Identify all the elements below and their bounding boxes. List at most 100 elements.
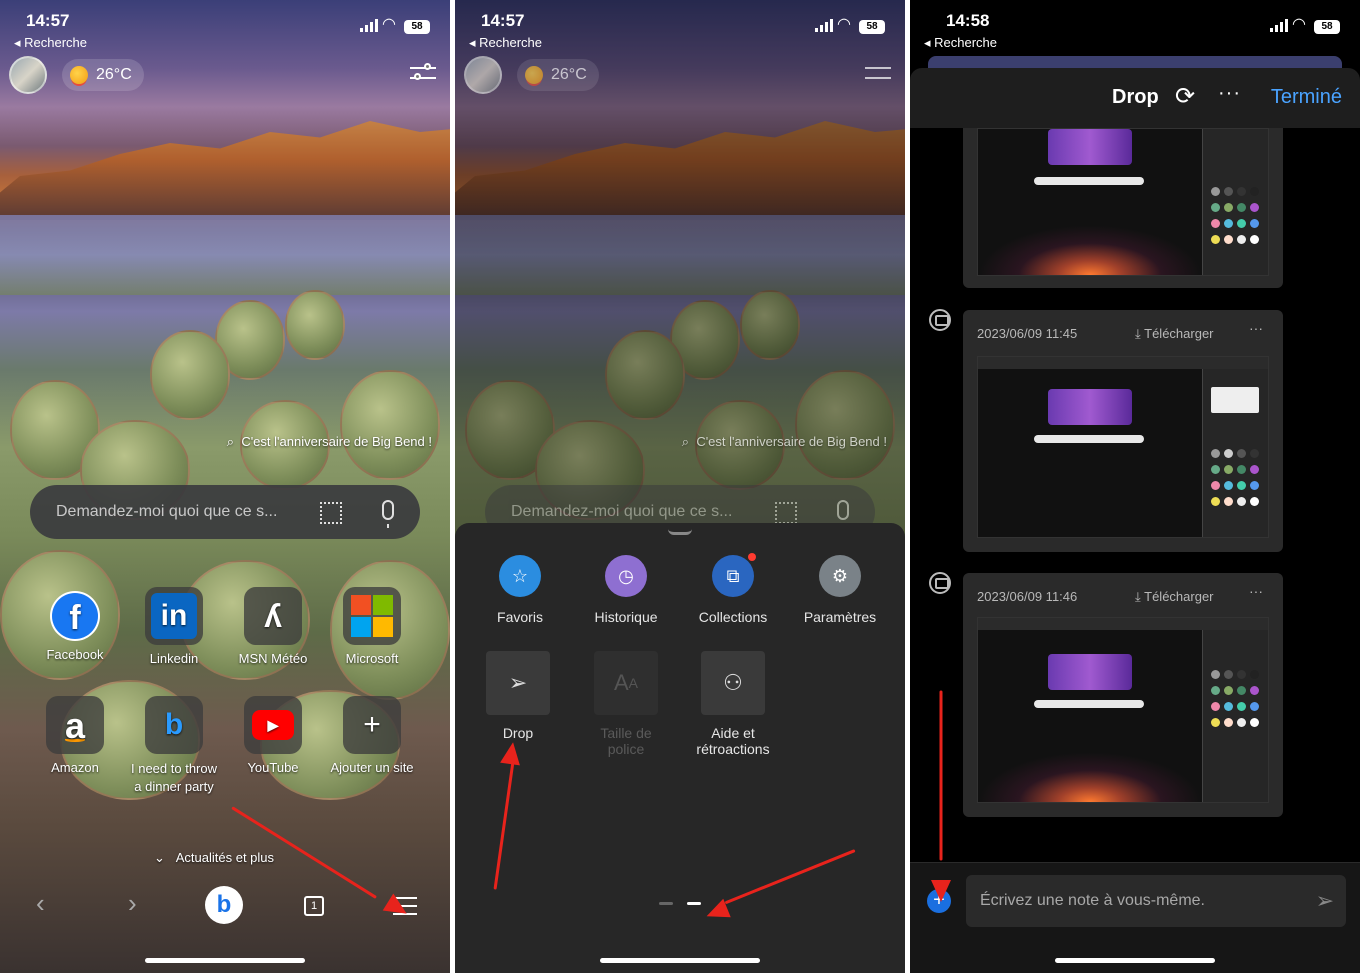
- wifi-icon: ◠: [837, 16, 851, 33]
- message-date: 2023/06/09 11:46: [977, 589, 1078, 604]
- star-icon: ☆: [499, 555, 541, 597]
- download-icon: ⤓: [1135, 589, 1141, 604]
- download-button[interactable]: ⤓ Télécharger: [1135, 589, 1214, 605]
- annotation-arrowhead: [931, 880, 951, 902]
- search-box[interactable]: Demandez-moi quoi que ce s...: [30, 485, 420, 539]
- message-more-icon[interactable]: ···: [1249, 320, 1263, 336]
- microsoft-icon: [351, 595, 393, 637]
- clock: 14:58: [946, 11, 990, 30]
- youtube-icon: ▶: [252, 710, 294, 740]
- tool-font-size: AA Taille de police: [576, 651, 676, 757]
- annotation-arrow: [939, 690, 943, 861]
- drop-message[interactable]: 2023/06/09 11:45 ⤓ Télécharger ···: [963, 310, 1283, 552]
- back-to-search-link[interactable]: ◂ Recherche: [469, 35, 542, 51]
- history-icon: ◷: [605, 555, 647, 597]
- menu-historique[interactable]: ◷ Historique: [576, 555, 676, 625]
- microphone-icon[interactable]: [837, 500, 849, 528]
- tile-linkedin[interactable]: in Linkedin: [129, 587, 219, 666]
- status-bar: 14:58 ◂ Recherche ◠ 58: [910, 0, 1360, 52]
- tile-label: Microsoft: [345, 651, 399, 666]
- sheet-grabber[interactable]: [668, 529, 692, 535]
- tile-label: Facebook: [46, 647, 104, 662]
- back-arrow-icon[interactable]: ‹: [36, 888, 45, 919]
- battery-icon: 58: [859, 20, 885, 34]
- send-icon: ➢: [486, 651, 550, 715]
- screenshot-thumbnail[interactable]: [977, 128, 1269, 276]
- back-to-search-link[interactable]: ◂ Recherche: [14, 35, 87, 51]
- tool-help-feedback[interactable]: ⚇ Aide et rétroactions: [683, 651, 783, 757]
- qr-code-icon[interactable]: [775, 502, 797, 524]
- menu-parametres[interactable]: ⚙ Paramètres: [790, 555, 890, 625]
- background-caption[interactable]: ⌕ C'est l'anniversaire de Big Bend !: [227, 434, 432, 450]
- background-caption[interactable]: ⌕ C'est l'anniversaire de Big Bend !: [682, 434, 887, 450]
- note-placeholder: Écrivez une note à vous-même.: [980, 892, 1205, 909]
- wifi-icon: ◠: [382, 16, 396, 33]
- menu-item-label: Historique: [594, 609, 658, 625]
- search-icon: ⌕: [681, 434, 690, 449]
- screenshot-thumbnail[interactable]: [977, 356, 1269, 538]
- drop-screen: 14:58 ◂ Recherche ◠ 58 Drop ⟳ ··· Termin…: [910, 0, 1360, 973]
- download-button[interactable]: ⤓ Télécharger: [1135, 326, 1214, 342]
- background-caption-text: C'est l'anniversaire de Big Bend !: [696, 434, 887, 449]
- note-composer: + Écrivez une note à vous-même. ➢: [910, 862, 1360, 973]
- tile-add-site[interactable]: + Ajouter un site: [327, 696, 417, 775]
- font-size-icon: AA: [594, 651, 658, 715]
- tile-amazon[interactable]: a Amazon: [30, 696, 120, 775]
- tile-youtube[interactable]: ▶ YouTube: [228, 696, 318, 775]
- more-options-icon[interactable]: ···: [1218, 82, 1241, 105]
- tile-msn-meteo[interactable]: ʎ MSN Météo: [228, 587, 318, 666]
- drop-title: Drop: [1112, 86, 1159, 108]
- forward-arrow-icon[interactable]: ›: [128, 888, 137, 919]
- tile-microsoft[interactable]: Microsoft: [327, 587, 417, 666]
- message-more-icon[interactable]: ···: [1249, 583, 1263, 599]
- home-indicator: [600, 958, 760, 963]
- menu-collections[interactable]: ⧉ Collections: [683, 553, 783, 625]
- status-bar: 14:57 ◂ Recherche ◠ 58: [0, 0, 450, 52]
- news-toggle[interactable]: ⌄ Actualités et plus: [154, 850, 274, 866]
- download-label: Télécharger: [1144, 589, 1214, 604]
- page-indicator[interactable]: [659, 902, 701, 905]
- send-icon[interactable]: ➢: [1316, 875, 1334, 927]
- menu-favoris[interactable]: ☆ Favoris: [470, 555, 570, 625]
- download-label: Télécharger: [1144, 326, 1214, 341]
- facebook-icon: f: [52, 593, 98, 639]
- tabs-button[interactable]: 1: [304, 896, 324, 916]
- drop-message[interactable]: [963, 128, 1283, 288]
- msn-weather-icon: ʎ: [264, 597, 282, 634]
- tile-bing-dinner[interactable]: b I need to throw a dinner party: [129, 696, 219, 796]
- cellular-signal-icon: [1270, 19, 1288, 32]
- news-label: Actualités et plus: [175, 850, 275, 865]
- amazon-icon: a: [64, 705, 86, 746]
- qr-code-icon[interactable]: [320, 502, 342, 524]
- linkedin-icon: in: [151, 593, 197, 639]
- weather-temperature: 26°C: [551, 66, 587, 83]
- tool-label: Aide et rétroactions: [696, 725, 770, 757]
- avatar[interactable]: [9, 56, 47, 94]
- page-settings-icon[interactable]: [865, 62, 891, 84]
- microphone-icon[interactable]: [382, 500, 394, 528]
- search-icon: ⌕: [226, 434, 235, 449]
- home-indicator: [1055, 958, 1215, 963]
- tool-drop[interactable]: ➢ Drop: [468, 651, 568, 741]
- note-input[interactable]: Écrivez une note à vous-même. ➢: [966, 875, 1346, 927]
- collections-icon: ⧉: [712, 553, 756, 597]
- tile-label: MSN Météo: [238, 651, 308, 666]
- weather-chip[interactable]: 26°C: [62, 59, 144, 91]
- avatar[interactable]: [464, 56, 502, 94]
- clock: 14:57: [481, 11, 525, 30]
- sync-icon[interactable]: ⟳: [1175, 82, 1195, 111]
- status-bar: 14:57 ◂ Recherche ◠ 58: [455, 0, 905, 52]
- message-date: 2023/06/09 11:45: [977, 326, 1078, 341]
- screenshot-thumbnail[interactable]: [977, 617, 1269, 803]
- tile-label: Ajouter un site: [330, 760, 414, 775]
- drop-message[interactable]: 2023/06/09 11:46 ⤓ Télécharger ···: [963, 573, 1283, 817]
- tool-label: Drop: [502, 725, 534, 741]
- tile-facebook[interactable]: f Facebook: [30, 587, 120, 662]
- weather-chip[interactable]: 26°C: [517, 59, 599, 91]
- done-button[interactable]: Terminé: [1271, 86, 1342, 109]
- weather-sun-icon: [70, 66, 88, 84]
- page-settings-icon[interactable]: [410, 62, 436, 84]
- bing-chat-icon[interactable]: b: [205, 886, 243, 924]
- back-to-search-link[interactable]: ◂ Recherche: [924, 35, 997, 51]
- home-indicator: [145, 958, 305, 963]
